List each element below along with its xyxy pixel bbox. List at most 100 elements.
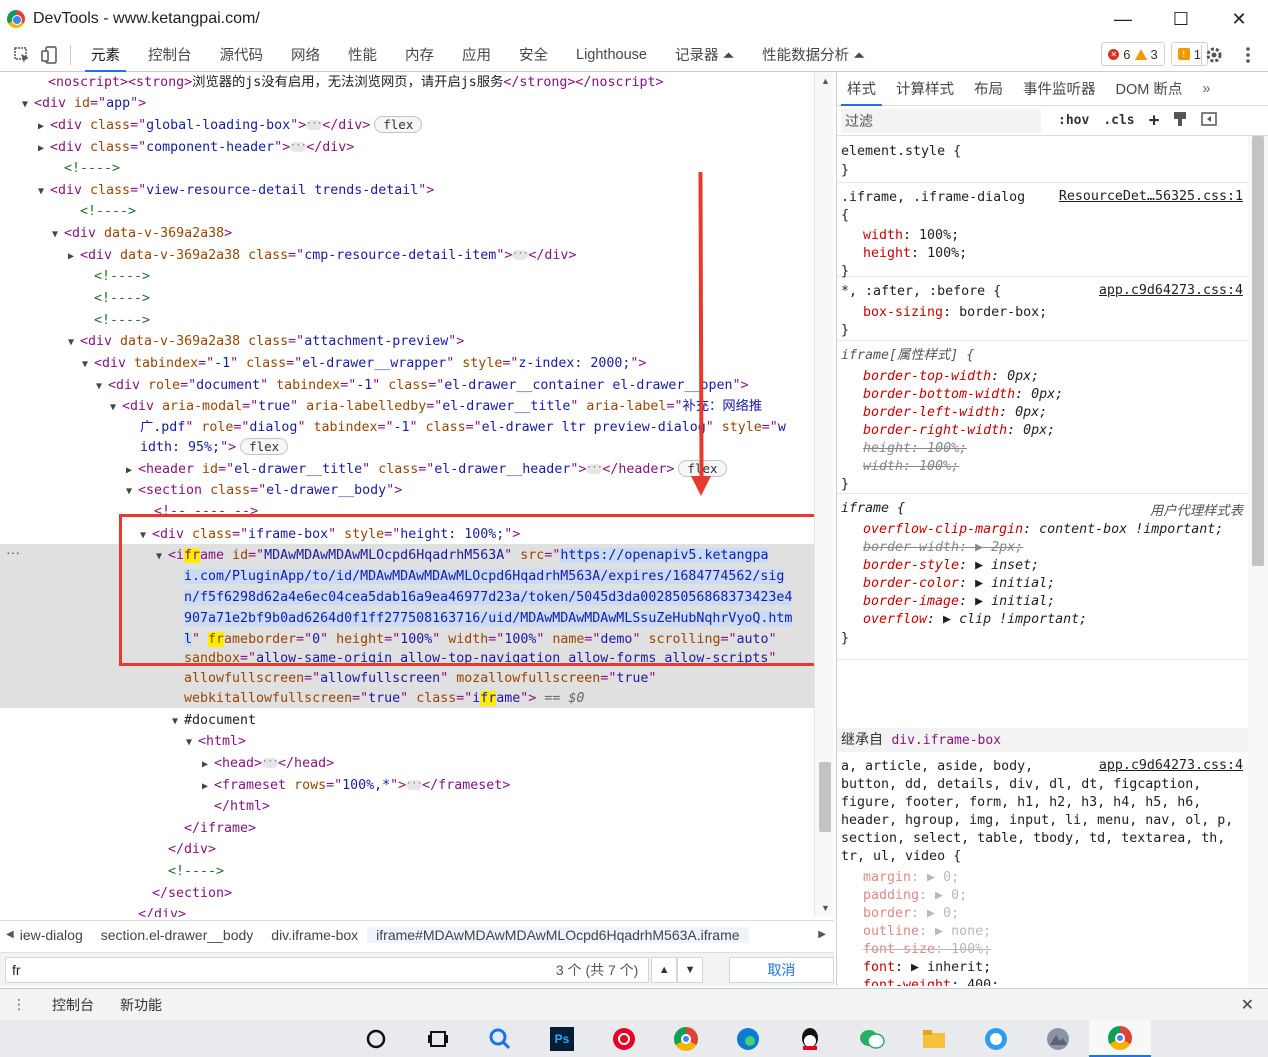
dom-node-line[interactable]: ▶ <frameset rows="100%,*">···</frameset> — [202, 775, 510, 796]
settings-gear-icon[interactable] — [1200, 41, 1228, 69]
scroll-up-icon[interactable]: ▲ — [821, 76, 830, 86]
dom-node-line[interactable]: ▼ <div tabindex="-1" class="el-drawer__wr… — [82, 353, 646, 374]
expand-toggle-icon[interactable]: ▼ — [68, 332, 80, 353]
declaration[interactable]: box-sizing: border-box; — [863, 304, 1047, 322]
close-drawer-icon[interactable]: ✕ — [1241, 995, 1254, 1015]
rule-selector[interactable]: tr, ul, video { — [841, 848, 961, 866]
dom-node-line[interactable]: ▼ #document — [172, 710, 256, 731]
declaration[interactable]: width: 100%; — [863, 227, 959, 245]
tab-event-listeners[interactable]: 事件监听器 — [1013, 72, 1106, 105]
error-warning-counter[interactable]: ✕ 6 3 — [1101, 42, 1165, 66]
rule-selector[interactable]: section, select, table, tbody, td, texta… — [841, 830, 1225, 848]
rule-selector[interactable]: header, hgroup, img, input, li, menu, na… — [841, 812, 1233, 830]
dom-node-line[interactable]: 广.pdf" role="dialog" tabindex="-1" class… — [140, 417, 786, 438]
dom-node-line[interactable]: ▶ <head>···</head> — [202, 753, 334, 774]
chrome-devtools-active-icon[interactable] — [1089, 1020, 1151, 1057]
tab-styles[interactable]: 样式 — [837, 72, 886, 106]
tab-lighthouse[interactable]: Lighthouse — [562, 38, 661, 71]
dom-node-line[interactable]: <noscript><strong>浏览器的js没有启用，无法浏览网页，请开启j… — [48, 72, 663, 93]
rule-selector[interactable]: a, article, aside, body, — [841, 758, 1033, 776]
dom-node-line[interactable]: ▼ <html> — [186, 731, 246, 752]
dom-node-line[interactable]: </section> — [152, 883, 232, 904]
dom-node-line[interactable]: </iframe> — [184, 818, 256, 839]
elements-dom-tree[interactable]: ··· <noscript><strong>浏览器的js没有启用，无法浏览网页，… — [0, 72, 834, 917]
tab-console[interactable]: 控制台 — [134, 38, 206, 71]
dom-node-line[interactable]: <!----> — [94, 310, 150, 331]
drawer-tab-console[interactable]: 控制台 — [52, 995, 94, 1015]
more-tabs-chevron-icon[interactable]: » — [1192, 72, 1220, 105]
expand-toggle-icon[interactable]: ▼ — [96, 376, 108, 397]
expand-toggle-icon[interactable]: ▶ — [38, 138, 50, 159]
styles-scrollbar-thumb[interactable] — [1252, 136, 1264, 566]
search-next-button[interactable]: ▼ — [677, 956, 703, 983]
expand-toggle-icon[interactable]: ▼ — [82, 354, 94, 375]
qq-icon[interactable] — [779, 1020, 841, 1057]
dom-node-line[interactable]: ▼ <div class="view-resource-detail trends… — [38, 180, 434, 201]
dom-node-line[interactable]: <!----> — [94, 266, 150, 287]
expand-toggle-icon[interactable]: ▶ — [126, 460, 138, 481]
minimize-button[interactable]: — — [1094, 0, 1152, 38]
tab-performance-insights[interactable]: 性能数据分析 ⏶ — [748, 38, 879, 71]
dom-node-line[interactable]: ▼ <div aria-modal="true" aria-labelledby=… — [110, 396, 762, 417]
breadcrumb-item[interactable]: section.el-drawer__body — [92, 927, 263, 943]
rule-selector[interactable]: button, dd, details, div, dl, dt, figcap… — [841, 776, 1201, 794]
qq-browser-icon[interactable] — [469, 1020, 531, 1057]
dom-node-line[interactable]: webkitallowfullscreen="true" class="ifra… — [184, 688, 584, 709]
declaration[interactable]: font-weight: 400; — [863, 977, 999, 986]
tab-memory[interactable]: 内存 — [391, 38, 448, 71]
photoshop-icon[interactable]: Ps — [531, 1020, 593, 1057]
dom-node-line[interactable]: <!----> — [64, 158, 120, 179]
edge-icon[interactable] — [717, 1020, 779, 1057]
rule-selector[interactable]: .iframe, .iframe-dialog — [841, 189, 1025, 207]
dom-node-line[interactable]: ▼ <div role="document" tabindex="-1" clas… — [96, 375, 749, 396]
hover-state-toggle[interactable]: :hov — [1051, 113, 1096, 128]
expand-toggle-icon[interactable]: ▶ — [202, 776, 214, 797]
declaration[interactable]: height: 100%; — [863, 245, 967, 263]
dom-node-line[interactable]: </html> — [214, 796, 270, 817]
paint-brush-icon[interactable] — [1166, 111, 1194, 131]
scroll-down-icon[interactable]: ▼ — [821, 903, 830, 913]
dom-node-line[interactable]: </div> — [168, 839, 216, 860]
device-toolbar-icon[interactable] — [36, 41, 64, 69]
expand-toggle-icon[interactable]: ▶ — [68, 246, 80, 267]
search-cancel-button[interactable]: 取消 — [728, 956, 834, 983]
expand-toggle-icon[interactable]: ▶ — [202, 754, 214, 775]
dom-node-line[interactable]: ▼ <section class="el-drawer__body"> — [126, 480, 402, 501]
rule-source-link[interactable]: ResourceDet…56325.css:1 — [1059, 189, 1243, 204]
rule-selector[interactable]: element.style { — [841, 143, 961, 161]
node-actions-ellipsis-icon[interactable]: ··· — [6, 544, 20, 560]
toggle-sidebar-icon[interactable] — [1194, 111, 1224, 130]
dom-node-line[interactable]: ▼ <div data-v-369a2a38> — [52, 223, 232, 244]
breadcrumb-item[interactable]: iew-dialog — [20, 927, 92, 943]
search-circle-icon[interactable] — [345, 1020, 407, 1057]
styles-filter-input[interactable]: 过滤 — [841, 108, 1041, 133]
dom-search-input[interactable]: fr 3 个 (共 7 个) — [5, 956, 650, 983]
elements-scrollbar[interactable]: ▲ ▼ — [814, 72, 834, 917]
tab-recorder[interactable]: 记录器 ⏶ — [661, 38, 748, 71]
breadcrumb-item-current[interactable]: iframe#MDAwMDAwMDAwMLOcpd6HqadrhM563A.if… — [367, 926, 749, 943]
assistant-bot-icon[interactable] — [965, 1020, 1027, 1057]
photo-viewer-icon[interactable] — [1027, 1020, 1089, 1057]
dom-node-line[interactable]: ▶ <div class="global-loading-box">···</di… — [38, 115, 423, 136]
dom-node-line[interactable]: ▼ <div data-v-369a2a38 class="attachment-… — [68, 331, 464, 352]
dom-node-line[interactable]: ▼ <div id="app"> — [22, 93, 146, 114]
breadcrumb-right-arrow-icon[interactable]: ▶ — [818, 929, 826, 940]
drawer-tab-whats-new[interactable]: 新功能 — [120, 995, 162, 1015]
expand-toggle-icon[interactable]: ▼ — [126, 481, 138, 502]
tab-layout[interactable]: 布局 — [964, 72, 1013, 105]
close-window-button[interactable]: ✕ — [1210, 0, 1268, 38]
tab-performance[interactable]: 性能 — [334, 38, 391, 71]
rule-source-link[interactable]: app.c9d64273.css:4 — [1099, 283, 1243, 298]
chrome-icon[interactable] — [655, 1020, 717, 1057]
expand-toggle-icon[interactable]: ▼ — [52, 224, 64, 245]
search-prev-button[interactable]: ▲ — [651, 956, 678, 983]
dom-node-line[interactable]: allowfullscreen="allowfullscreen" mozall… — [184, 668, 656, 689]
tab-elements[interactable]: 元素 — [77, 38, 134, 72]
inspect-element-icon[interactable] — [8, 41, 36, 69]
dom-node-line[interactable]: idth: 95%;"> flex — [140, 437, 289, 458]
dom-node-line[interactable]: <!----> — [168, 861, 224, 882]
expand-toggle-icon[interactable]: ▼ — [186, 732, 198, 753]
task-view-icon[interactable] — [407, 1020, 469, 1057]
rule-selector[interactable]: *, :after, :before { — [841, 283, 1001, 301]
maximize-button[interactable]: ☐ — [1152, 0, 1210, 38]
